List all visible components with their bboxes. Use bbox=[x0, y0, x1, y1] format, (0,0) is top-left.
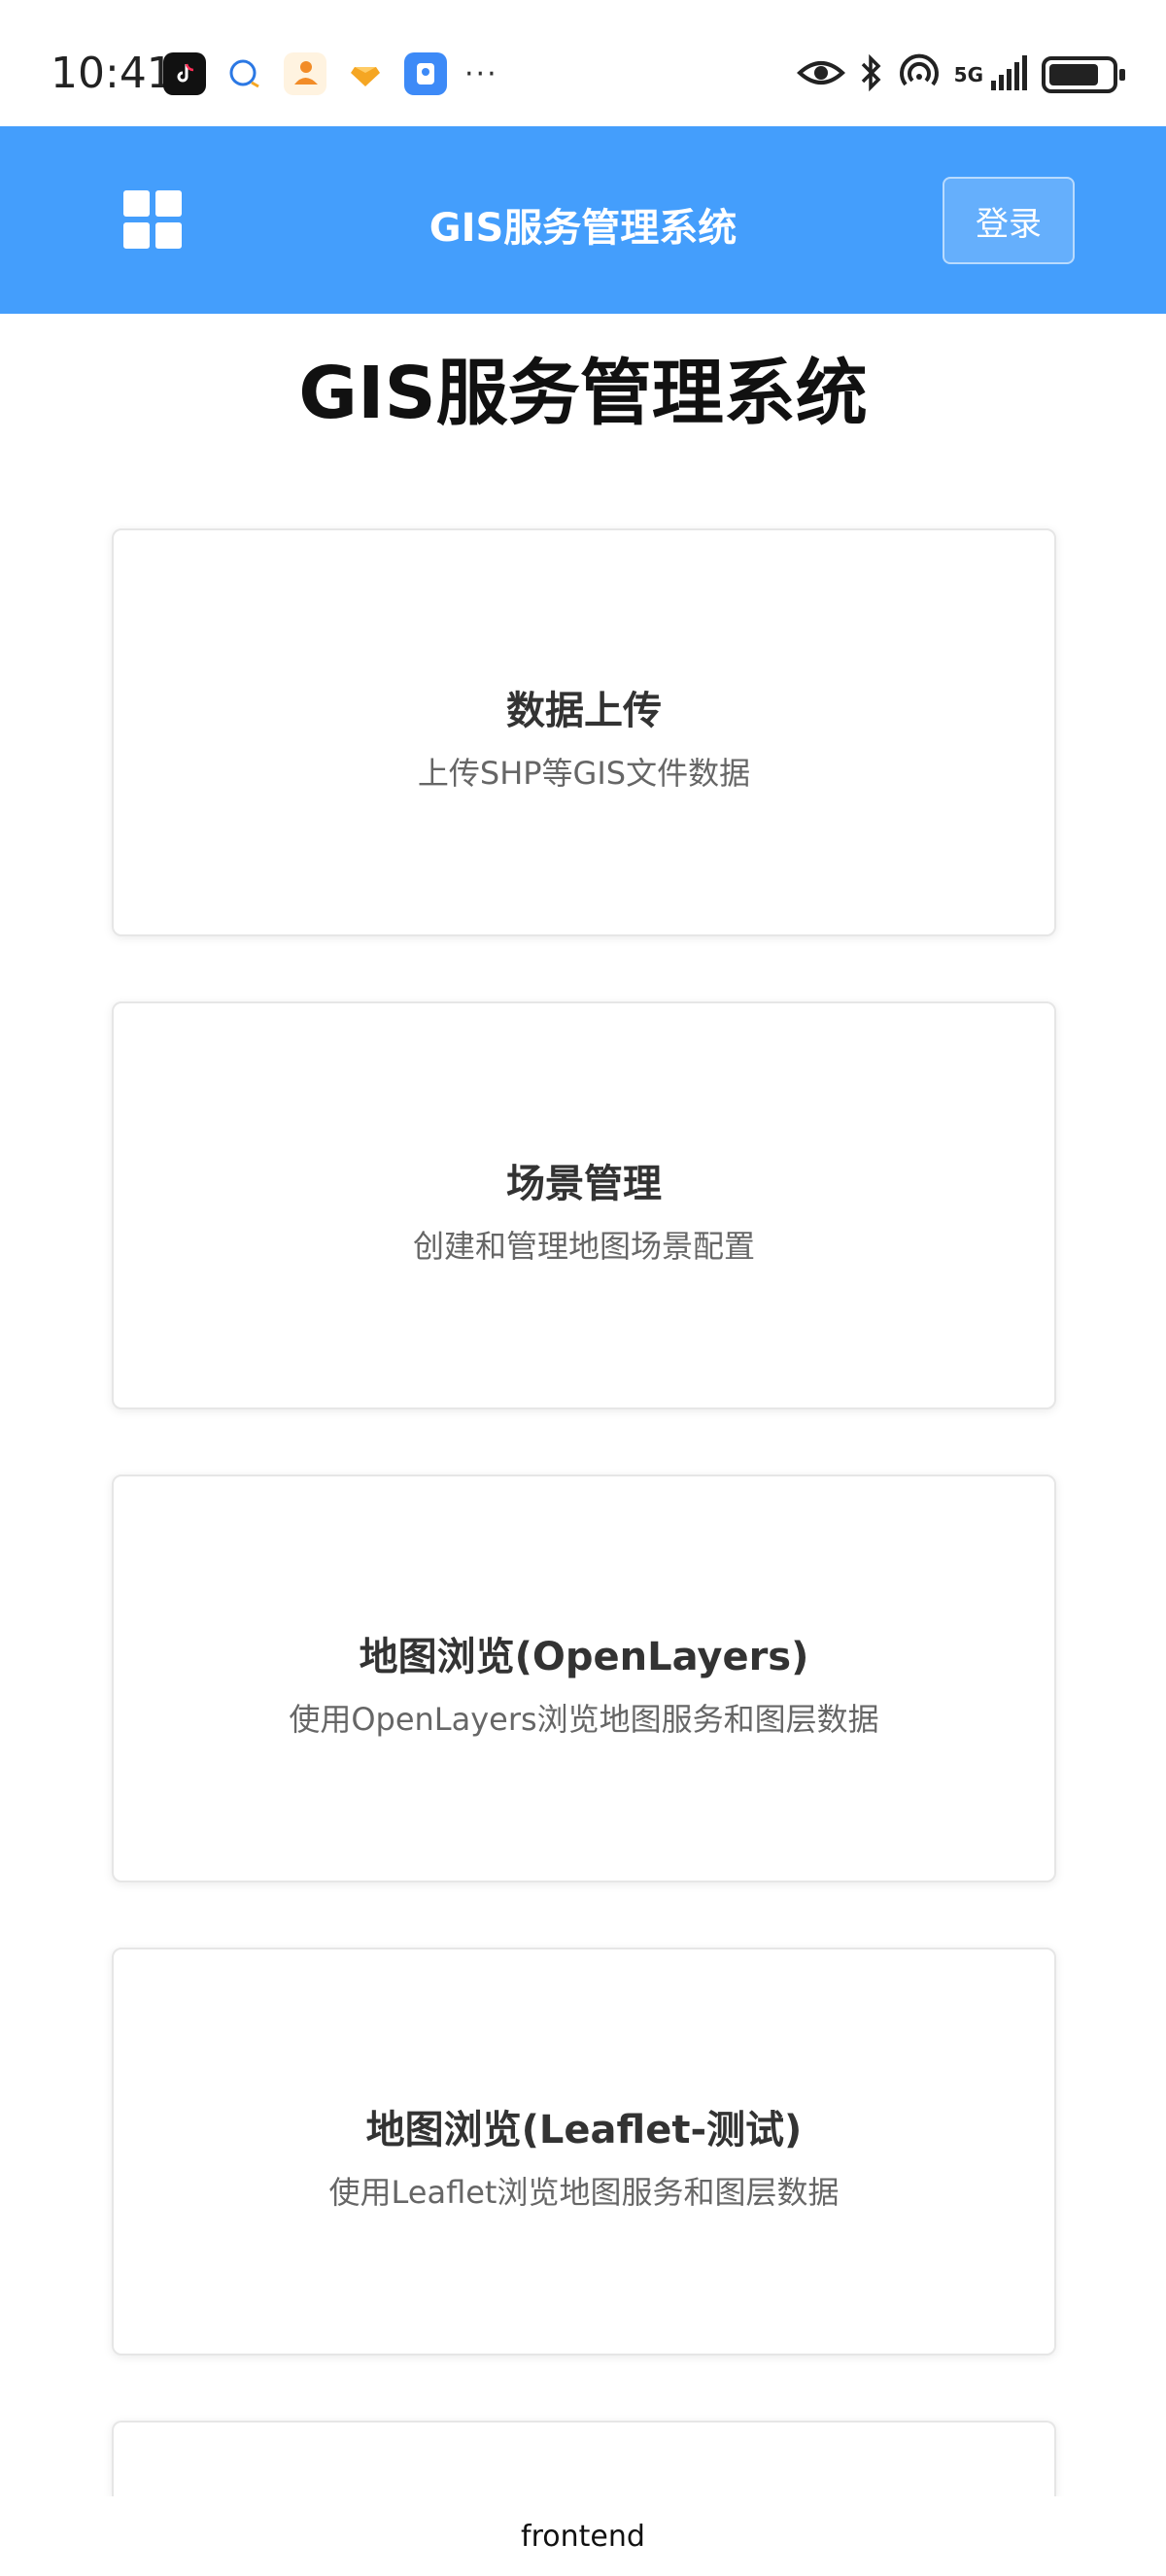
card-title: 数据上传 bbox=[506, 689, 662, 733]
battery-icon bbox=[1042, 56, 1125, 93]
feature-card-list: 数据上传 上传SHP等GIS文件数据 场景管理 创建和管理地图场景配置 地图浏览… bbox=[112, 528, 1056, 2498]
card-map-browse-leaflet[interactable]: 地图浏览(Leaflet-测试) 使用Leaflet浏览地图服务和图层数据 bbox=[112, 1948, 1056, 2356]
page-title: GIS服务管理系统 bbox=[298, 352, 868, 435]
network-type: 5G bbox=[953, 63, 983, 86]
status-time: 10:41 bbox=[51, 49, 174, 98]
more-notifications-icon: ··· bbox=[464, 56, 498, 91]
status-app-icons: ··· bbox=[163, 51, 498, 97]
card-map-browse-openlayers[interactable]: 地图浏览(OpenLayers) 使用OpenLayers浏览地图服务和图层数据 bbox=[112, 1474, 1056, 1882]
card-description: 创建和管理地图场景配置 bbox=[412, 1228, 755, 1265]
card-scene-management[interactable]: 场景管理 创建和管理地图场景配置 bbox=[112, 1001, 1056, 1409]
bluetooth-icon bbox=[859, 53, 884, 96]
card-data-upload[interactable]: 数据上传 上传SHP等GIS文件数据 bbox=[112, 528, 1056, 936]
status-bar: 10:41 ··· 5G bbox=[0, 0, 1166, 126]
card-title: 地图浏览(Leaflet-测试) bbox=[365, 2108, 803, 2152]
card-partial[interactable] bbox=[112, 2421, 1056, 2498]
eye-icon bbox=[796, 56, 845, 93]
card-title: 场景管理 bbox=[506, 1162, 662, 1206]
shield-app-icon bbox=[404, 52, 447, 95]
tiktok-icon bbox=[163, 52, 206, 95]
status-indicators: 5G bbox=[796, 51, 1125, 99]
card-description: 使用OpenLayers浏览地图服务和图层数据 bbox=[289, 1701, 879, 1738]
delivery-icon bbox=[284, 52, 326, 95]
card-description: 使用Leaflet浏览地图服务和图层数据 bbox=[328, 2174, 840, 2211]
gem-icon bbox=[344, 52, 387, 95]
card-title: 地图浏览(OpenLayers) bbox=[359, 1635, 809, 1679]
bottom-label: frontend bbox=[0, 2496, 1166, 2576]
app-header: GIS服务管理系统 登录 bbox=[0, 126, 1166, 314]
login-button[interactable]: 登录 bbox=[943, 177, 1075, 264]
hotspot-icon bbox=[898, 53, 941, 96]
card-description: 上传SHP等GIS文件数据 bbox=[417, 755, 751, 792]
chat-icon bbox=[223, 52, 266, 95]
grid-icon[interactable] bbox=[123, 190, 182, 249]
signal-icon bbox=[989, 53, 1028, 96]
